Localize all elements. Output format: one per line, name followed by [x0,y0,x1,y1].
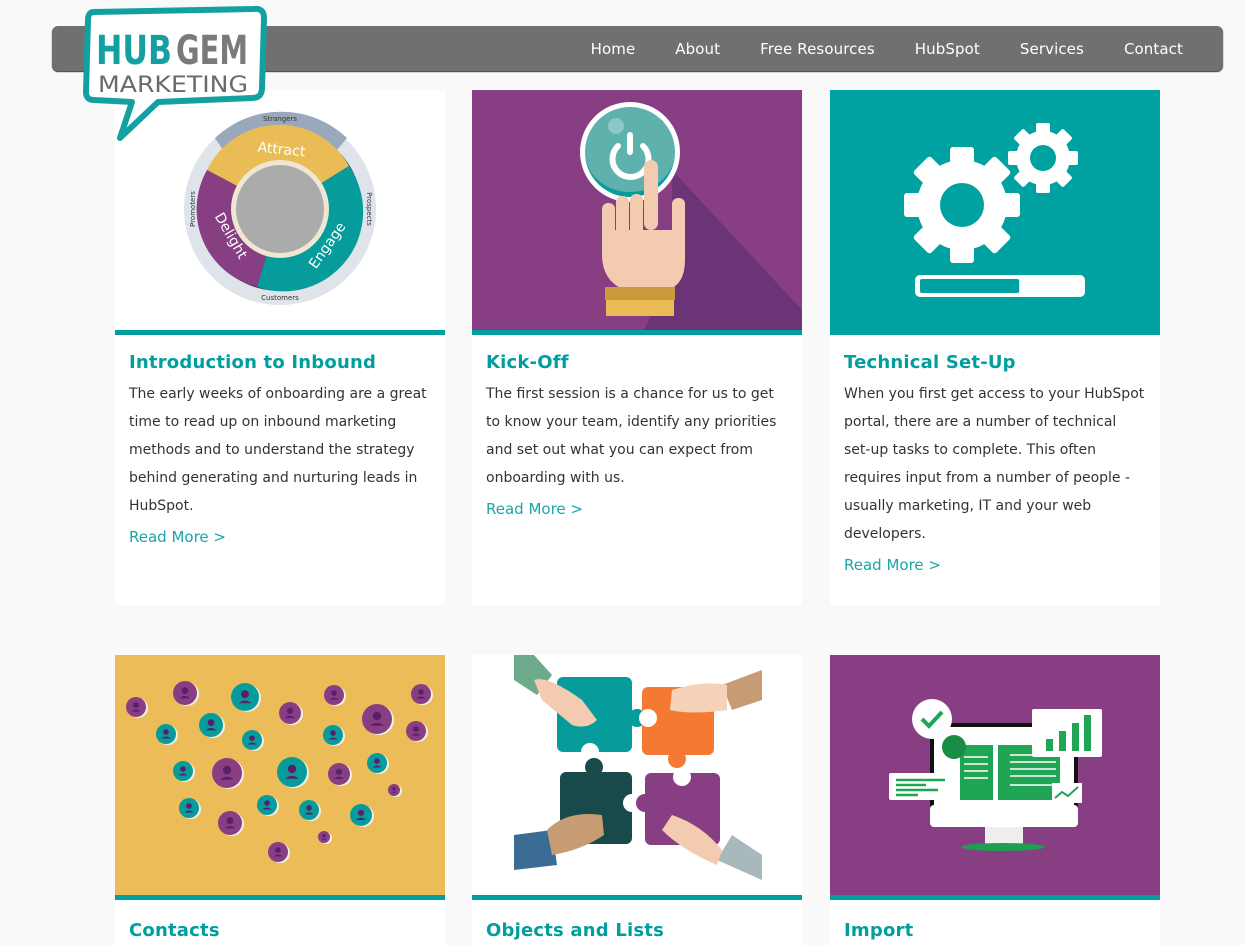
card-title[interactable]: Kick-Off [486,352,788,374]
card-title[interactable]: Contacts [129,920,431,942]
contact-avatar-icon [156,724,178,745]
card-objects-and-lists: Objects and Lists [472,655,802,945]
contact-avatar-icon [268,842,290,863]
card-title[interactable]: Import [844,920,1146,942]
card-image [472,655,802,895]
card-import: Import [830,655,1160,945]
hubgem-logo[interactable]: HUB GEM MARKETING [80,4,270,144]
logo-word-marketing: MARKETING [98,73,248,98]
nav-contact[interactable]: Contact [1104,40,1183,58]
card-body: Introduction to Inbound The early weeks … [115,335,445,547]
card-introduction-to-inbound: Strangers Customers Prospects Promoters … [115,90,445,605]
svg-text:Promoters: Promoters [189,191,197,227]
contact-avatar-icon [231,683,261,712]
card-body: Contacts [115,900,445,942]
card-description: The early weeks of onboarding are a grea… [129,386,427,514]
card-kick-off: Kick-Off The first session is a chance f… [472,90,802,605]
nav-hubspot[interactable]: HubSpot [895,40,1000,58]
card-contacts: Contacts [115,655,445,945]
nav-free-resources[interactable]: Free Resources [740,40,895,58]
nav-about[interactable]: About [655,40,740,58]
contact-avatars-icon [126,681,433,863]
contact-avatar-icon [299,800,321,821]
logo-word-hub: HUB [96,28,172,74]
card-image [830,655,1160,895]
nav-menu: Home About Free Resources HubSpot Servic… [571,26,1183,71]
contact-avatar-icon [212,758,244,789]
contact-avatar-icon [279,702,303,725]
nav-home[interactable]: Home [571,40,656,58]
contact-avatar-icon [126,697,148,718]
card-title[interactable]: Introduction to Inbound [129,352,431,374]
contact-avatar-icon [257,795,279,816]
contact-avatar-icon [367,753,389,774]
card-body: Import [830,900,1160,942]
card-description: The first session is a chance for us to … [486,386,777,486]
contact-avatar-icon [218,811,244,836]
progress-fill [920,279,1020,293]
page: Home About Free Resources HubSpot Servic… [0,0,1245,945]
contact-avatar-icon [411,684,433,705]
contact-avatar-icon [179,798,201,819]
read-more-link[interactable]: Read More > [129,528,226,546]
card-description: When you first get access to your HubSpo… [844,386,1145,542]
card-body: Kick-Off The first session is a chance f… [472,335,802,519]
monitor-with-charts-icon [889,699,1102,851]
contact-avatar-icon [277,757,309,788]
contact-avatar-icon [242,730,264,751]
svg-text:Prospects: Prospects [365,192,373,226]
card-image [472,90,802,330]
gears-with-progress-bar-icon [904,123,1085,297]
contact-avatar-icon [323,725,345,746]
card-image [115,655,445,895]
card-image [830,90,1160,335]
hands-with-puzzle-pieces-icon [514,655,762,880]
read-more-link[interactable]: Read More > [844,556,941,574]
read-more-link[interactable]: Read More > [486,500,583,518]
contact-avatar-icon [362,704,394,735]
svg-text:Customers: Customers [261,294,299,302]
contact-avatar-icon [350,804,374,827]
hand-pressing-power-button-icon [580,102,802,330]
card-body: Technical Set-Up When you first get acce… [830,335,1160,575]
contact-avatar-icon [199,713,225,738]
contact-avatar-icon [318,831,332,844]
contact-avatar-icon [324,685,346,706]
contact-avatar-icon [406,721,428,742]
logo-word-gem: GEM [176,28,248,74]
card-body: Objects and Lists [472,900,802,942]
contact-avatar-icon [328,763,352,786]
card-technical-set-up: Technical Set-Up When you first get acce… [830,90,1160,605]
contact-avatar-icon [388,784,402,797]
contact-avatar-icon [173,681,199,706]
card-title[interactable]: Technical Set-Up [844,352,1146,374]
card-title[interactable]: Objects and Lists [486,920,788,942]
contact-avatar-icon [173,761,195,782]
nav-services[interactable]: Services [1000,40,1104,58]
